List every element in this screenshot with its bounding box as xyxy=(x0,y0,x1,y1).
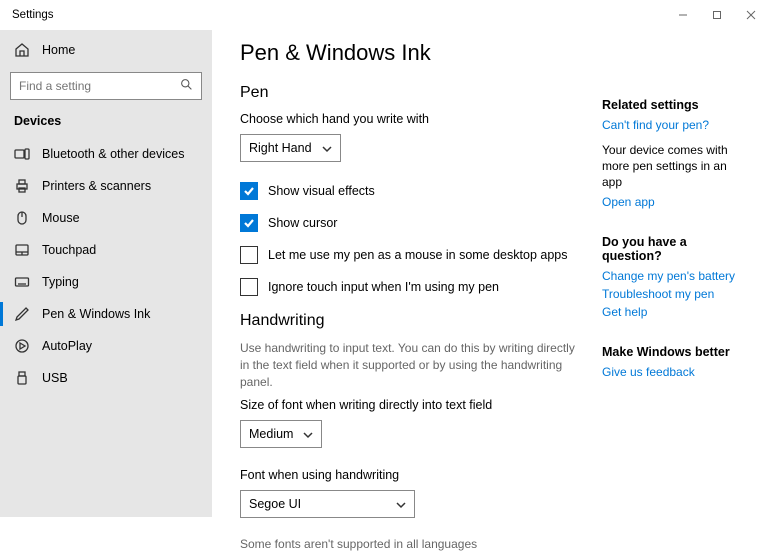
pen-as-mouse-checkbox[interactable]: Let me use my pen as a mouse in some des… xyxy=(240,246,580,264)
pen-heading: Pen xyxy=(240,84,580,102)
nav-label: Mouse xyxy=(42,211,80,225)
checkbox-unchecked-icon xyxy=(240,246,258,264)
usb-icon xyxy=(14,370,30,386)
cb-label: Let me use my pen as a mouse in some des… xyxy=(268,248,567,262)
checkbox-checked-icon xyxy=(240,182,258,200)
close-button[interactable] xyxy=(734,0,768,30)
hand-value: Right Hand xyxy=(249,141,312,155)
mouse-icon xyxy=(14,210,30,226)
maximize-button[interactable] xyxy=(700,0,734,30)
category-header: Devices xyxy=(0,114,212,138)
pen-icon xyxy=(14,306,30,322)
nav-label: Typing xyxy=(42,275,79,289)
font-size-value: Medium xyxy=(249,427,293,441)
change-battery-link[interactable]: Change my pen's battery xyxy=(602,269,740,283)
window-controls xyxy=(666,0,768,30)
nav-label: AutoPlay xyxy=(42,339,92,353)
page-title: Pen & Windows Ink xyxy=(240,40,580,66)
keyboard-icon xyxy=(14,274,30,290)
related-heading: Related settings xyxy=(602,98,740,112)
cant-find-pen-link[interactable]: Can't find your pen? xyxy=(602,118,740,132)
open-app-link[interactable]: Open app xyxy=(602,195,740,209)
home-nav[interactable]: Home xyxy=(0,34,212,66)
font-size-select[interactable]: Medium xyxy=(240,420,322,448)
cb-label: Ignore touch input when I'm using my pen xyxy=(268,280,499,294)
chevron-down-icon xyxy=(322,143,332,153)
sidebar: Home Devices Bluetooth & other devices P… xyxy=(0,30,212,517)
sidebar-item-bluetooth[interactable]: Bluetooth & other devices xyxy=(0,138,212,170)
better-heading: Make Windows better xyxy=(602,345,740,359)
title-bar: Settings xyxy=(0,0,768,30)
sidebar-item-typing[interactable]: Typing xyxy=(0,266,212,298)
handwriting-desc: Use handwriting to input text. You can d… xyxy=(240,340,580,390)
content-area: Pen & Windows Ink Pen Choose which hand … xyxy=(212,30,768,517)
right-rail: Related settings Can't find your pen? Yo… xyxy=(580,40,740,517)
sidebar-item-autoplay[interactable]: AutoPlay xyxy=(0,330,212,362)
feedback-link[interactable]: Give us feedback xyxy=(602,365,740,379)
sidebar-item-touchpad[interactable]: Touchpad xyxy=(0,234,212,266)
troubleshoot-link[interactable]: Troubleshoot my pen xyxy=(602,287,740,301)
visual-effects-checkbox[interactable]: Show visual effects xyxy=(240,182,580,200)
minimize-button[interactable] xyxy=(666,0,700,30)
font-value: Segoe UI xyxy=(249,497,301,511)
window-title: Settings xyxy=(0,9,54,21)
sidebar-item-usb[interactable]: USB xyxy=(0,362,212,394)
hand-label: Choose which hand you write with xyxy=(240,112,580,126)
font-note: Some fonts aren't supported in all langu… xyxy=(240,536,580,553)
get-help-link[interactable]: Get help xyxy=(602,305,740,319)
chevron-down-icon xyxy=(303,429,313,439)
handwriting-heading: Handwriting xyxy=(240,312,580,330)
touchpad-icon xyxy=(14,242,30,258)
search-field[interactable] xyxy=(19,79,180,93)
font-size-label: Size of font when writing directly into … xyxy=(240,398,580,412)
home-icon xyxy=(14,42,30,58)
nav-label: Printers & scanners xyxy=(42,179,151,193)
hand-select[interactable]: Right Hand xyxy=(240,134,341,162)
checkbox-checked-icon xyxy=(240,214,258,232)
ignore-touch-checkbox[interactable]: Ignore touch input when I'm using my pen xyxy=(240,278,580,296)
printer-icon xyxy=(14,178,30,194)
home-label: Home xyxy=(42,43,75,57)
question-heading: Do you have a question? xyxy=(602,235,740,263)
cb-label: Show cursor xyxy=(268,216,337,230)
sidebar-item-pen[interactable]: Pen & Windows Ink xyxy=(0,298,212,330)
autoplay-icon xyxy=(14,338,30,354)
search-icon xyxy=(180,78,193,94)
sidebar-item-printers[interactable]: Printers & scanners xyxy=(0,170,212,202)
cb-label: Show visual effects xyxy=(268,184,375,198)
show-cursor-checkbox[interactable]: Show cursor xyxy=(240,214,580,232)
more-settings-text: Your device comes with more pen settings… xyxy=(602,142,740,191)
checkbox-unchecked-icon xyxy=(240,278,258,296)
font-select[interactable]: Segoe UI xyxy=(240,490,415,518)
nav-label: Pen & Windows Ink xyxy=(42,307,150,321)
sidebar-item-mouse[interactable]: Mouse xyxy=(0,202,212,234)
font-label: Font when using handwriting xyxy=(240,468,580,482)
chevron-down-icon xyxy=(396,499,406,509)
nav-label: Touchpad xyxy=(42,243,96,257)
nav-label: Bluetooth & other devices xyxy=(42,147,184,161)
devices-icon xyxy=(14,146,30,162)
search-input[interactable] xyxy=(10,72,202,100)
nav-label: USB xyxy=(42,371,68,385)
